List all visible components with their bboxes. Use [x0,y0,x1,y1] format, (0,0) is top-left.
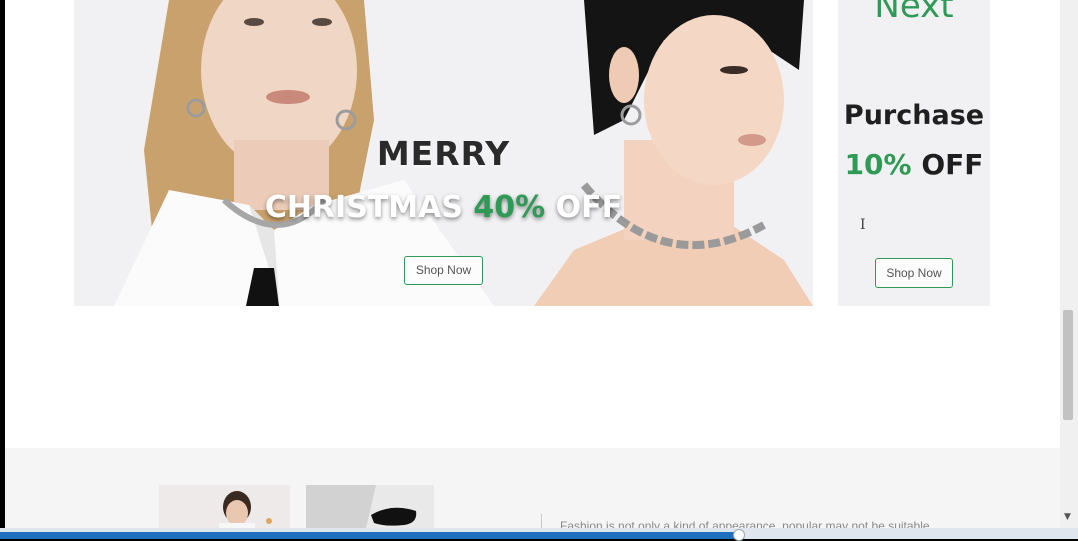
progress-fill [0,532,738,539]
shop-now-button[interactable]: Shop Now [404,256,483,285]
fashion-description: Fashion is not only a kind of appearance… [560,519,930,528]
side-banner-purchase: Purchase [843,100,985,131]
page-viewport: MERRY CHRISTMAS 40% OFF Shop Now Next Pu… [5,0,1060,528]
side-shop-now-button[interactable]: Shop Now [875,258,953,288]
next-purchase-banner[interactable]: Next Purchase 10% OFF Shop Now [838,0,990,306]
side-banner-discount: 10% OFF [838,148,990,181]
christmas-banner[interactable]: MERRY CHRISTMAS 40% OFF Shop Now [74,0,813,306]
banner-discount-percent: 40% [473,190,546,225]
scroll-down-arrow-icon[interactable]: ▼ [1064,512,1071,522]
vertical-scroll-thumb[interactable] [1063,310,1073,420]
fashion-thumbnail-2[interactable] [306,485,434,528]
banner-headline-merry: MERRY [376,134,511,173]
video-progress-bar[interactable] [0,528,1078,541]
banner-christmas-text: CHRISTMAS [264,190,463,225]
side-banner-title: Next [874,0,954,26]
section-divider [541,514,542,528]
side-discount-percent: 10% [844,148,912,181]
fashion-section: Fashion is not only a kind of appearance… [5,448,1060,528]
text-cursor-icon: I [860,217,866,233]
fashion-thumbnail-1[interactable] [159,485,290,528]
vertical-scrollbar[interactable]: ▼ [1060,0,1078,528]
side-off-text: OFF [921,148,984,181]
banner-off-text: OFF [555,190,623,225]
progress-handle[interactable] [733,529,745,541]
banner-headline-christmas: CHRISTMAS 40% OFF [74,190,813,225]
